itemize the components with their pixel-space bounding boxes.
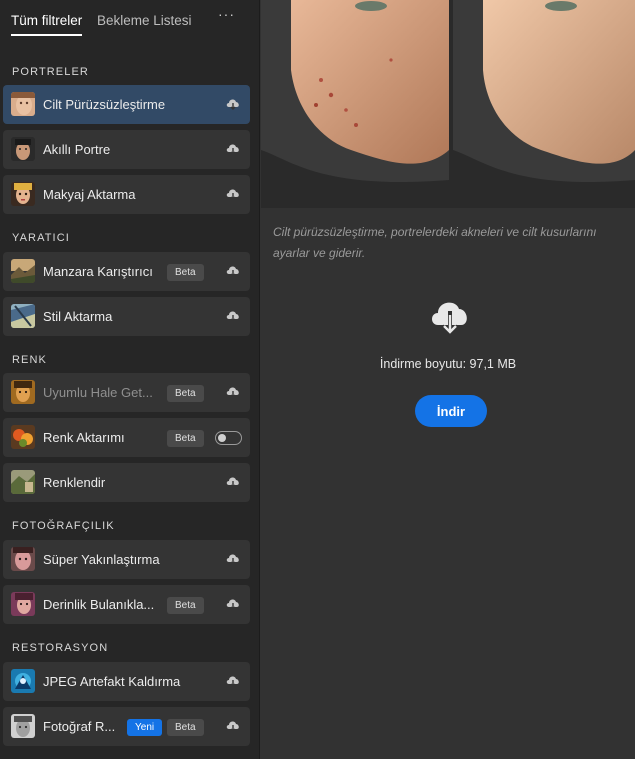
filter-depth-blur[interactable]: Derinlik Bulanıkla... Beta <box>3 585 250 624</box>
beta-badge: Beta <box>167 719 204 736</box>
filter-label: Cilt Pürüzsüzleştirme <box>43 97 166 112</box>
filter-skin-smoothing[interactable]: Cilt Pürüzsüzleştirme <box>3 85 250 124</box>
makeup-transfer-thumb <box>11 182 35 206</box>
beta-badge: Beta <box>167 430 204 447</box>
before-after-preview <box>261 0 635 208</box>
filter-toggle-switch[interactable] <box>215 431 242 445</box>
style-transfer-thumb <box>11 304 35 328</box>
smart-portrait-thumb <box>11 137 35 161</box>
filter-label: Süper Yakınlaştırma <box>43 552 160 567</box>
more-options-button[interactable]: ··· <box>218 6 236 22</box>
cloud-download-icon[interactable] <box>225 142 241 156</box>
download-button[interactable]: İndir <box>415 395 487 427</box>
filter-label: Derinlik Bulanıkla... <box>43 597 155 612</box>
filter-label: Uyumlu Hale Get... <box>43 385 153 400</box>
section-header-creative: YARATICI <box>12 232 70 244</box>
cloud-download-icon[interactable] <box>225 719 241 733</box>
filter-label: Renk Aktarımı <box>43 430 125 445</box>
filter-jpeg-artifact-removal[interactable]: JPEG Artefakt Kaldırma <box>3 662 250 701</box>
before-image <box>261 0 449 208</box>
tab-waitlist[interactable]: Bekleme Listesi <box>97 13 192 28</box>
beta-badge: Beta <box>167 597 204 614</box>
cloud-download-icon[interactable] <box>225 309 241 323</box>
cloud-download-icon[interactable] <box>225 475 241 489</box>
filter-landscape-mixer[interactable]: Manzara Karıştırıcı Beta <box>3 252 250 291</box>
filter-colorize[interactable]: Renklendir <box>3 463 250 502</box>
filter-label: Stil Aktarma <box>43 309 113 324</box>
filter-color-transfer[interactable]: Renk Aktarımı Beta <box>3 418 250 457</box>
filter-super-zoom[interactable]: Süper Yakınlaştırma <box>3 540 250 579</box>
filter-label: Fotoğraf R... <box>43 719 116 734</box>
landscape-mixer-thumb <box>11 259 35 283</box>
cloud-download-icon[interactable] <box>225 97 241 111</box>
after-image <box>453 0 635 208</box>
jpeg-artifact-thumb <box>11 669 35 693</box>
filter-style-transfer[interactable]: Stil Aktarma <box>3 297 250 336</box>
filters-sidebar: Tüm filtreler Bekleme Listesi ··· PORTRE… <box>0 0 260 759</box>
filter-photo-restoration[interactable]: Fotoğraf R... Yeni Beta <box>3 707 250 746</box>
skin-smoothing-thumb <box>11 92 35 116</box>
colorize-thumb <box>11 470 35 494</box>
filter-tabs: Tüm filtreler Bekleme Listesi ··· <box>0 0 260 40</box>
photo-restoration-thumb <box>11 714 35 738</box>
cloud-download-icon[interactable] <box>225 264 241 278</box>
section-header-restoration: RESTORASYON <box>12 642 109 654</box>
filter-label: Makyaj Aktarma <box>43 187 136 202</box>
color-transfer-thumb <box>11 425 35 449</box>
filter-harmonization[interactable]: Uyumlu Hale Get... Beta <box>3 373 250 412</box>
new-badge: Yeni <box>127 719 163 736</box>
filter-description: Cilt pürüzsüzleştirme, portrelerdeki akn… <box>273 225 597 260</box>
download-size-text: İndirme boyutu: 97,1 MB <box>379 357 517 371</box>
cloud-download-icon[interactable] <box>225 187 241 201</box>
depth-blur-thumb <box>11 592 35 616</box>
harmonization-thumb <box>11 380 35 404</box>
toggle-knob <box>218 433 226 442</box>
filter-label: Manzara Karıştırıcı <box>43 264 153 279</box>
section-header-photography: FOTOĞRAFÇILIK <box>12 520 115 532</box>
cloud-download-icon[interactable] <box>225 674 241 688</box>
cloud-download-icon <box>428 297 472 337</box>
cloud-download-icon[interactable] <box>225 385 241 399</box>
filter-label: Akıllı Portre <box>43 142 111 157</box>
section-header-portraits: PORTRELER <box>12 66 89 78</box>
cloud-download-icon[interactable] <box>225 597 241 611</box>
filter-label: Renklendir <box>43 475 106 490</box>
beta-badge: Beta <box>167 264 204 281</box>
filter-detail-panel: Cilt pürüzsüzleştirme, portrelerdeki akn… <box>261 0 635 759</box>
filter-smart-portrait[interactable]: Akıllı Portre <box>3 130 250 169</box>
filter-label: JPEG Artefakt Kaldırma <box>43 674 181 689</box>
filter-makeup-transfer[interactable]: Makyaj Aktarma <box>3 175 250 214</box>
beta-badge: Beta <box>167 385 204 402</box>
super-zoom-thumb <box>11 547 35 571</box>
cloud-download-icon[interactable] <box>225 552 241 566</box>
section-header-color: RENK <box>12 354 47 366</box>
tab-all-filters[interactable]: Tüm filtreler <box>11 13 83 36</box>
